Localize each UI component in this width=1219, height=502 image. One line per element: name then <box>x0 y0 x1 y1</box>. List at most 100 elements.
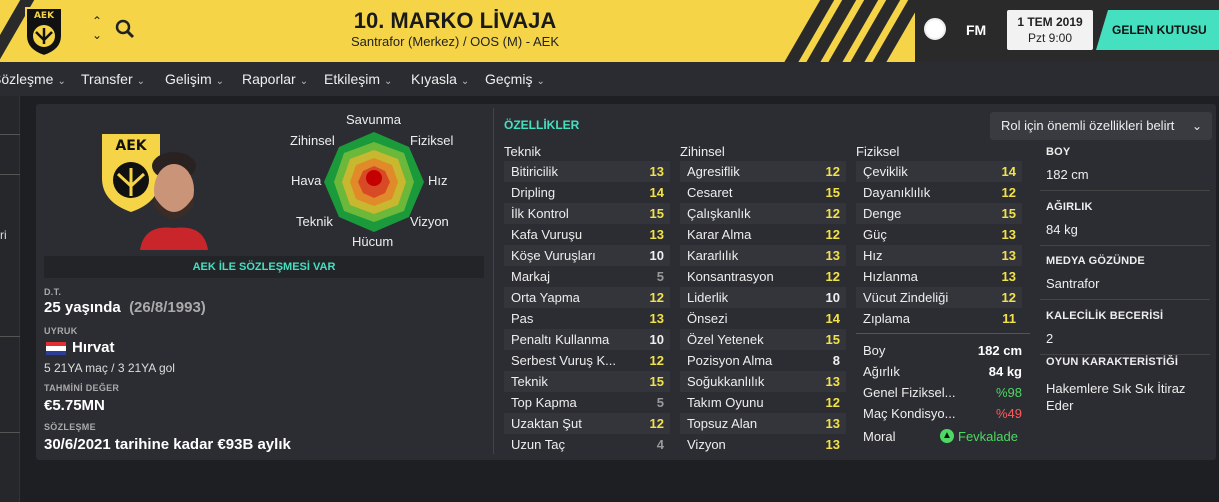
attribute-row[interactable]: Cesaret 15 <box>680 182 846 203</box>
attribute-name: Kararlılık <box>687 248 739 263</box>
attribute-row[interactable]: Agresiflik 12 <box>680 161 846 182</box>
summary-match-condition: Maç Kondisyo... %49 <box>856 403 1030 424</box>
nationality-label: UYRUK <box>44 326 78 336</box>
menu-development[interactable]: Gelişim ⌄ <box>165 71 224 87</box>
attribute-row[interactable]: Soğukkanlılık 13 <box>680 371 846 392</box>
football-icon[interactable] <box>924 18 946 40</box>
prev-next-arrows[interactable]: ⌃ ⌄ <box>90 14 104 42</box>
nationality-value[interactable]: Hırvat <box>72 339 115 356</box>
attribute-row[interactable]: Denge 15 <box>856 203 1022 224</box>
attribute-name: Cesaret <box>687 185 733 200</box>
menu-history[interactable]: Geçmiş ⌄ <box>485 71 545 87</box>
chevron-down-icon: ⌄ <box>536 76 545 87</box>
attribute-row[interactable]: Kafa Vuruşu 13 <box>504 224 670 245</box>
attribute-row[interactable]: Özel Yetenek 15 <box>680 329 846 350</box>
technical-header: Teknik <box>504 144 541 159</box>
attribute-value: 11 <box>1002 311 1016 326</box>
radar-label-physical: Fiziksel <box>410 133 454 148</box>
attribute-value: 12 <box>1001 185 1016 200</box>
attribute-name: Denge <box>863 206 902 221</box>
attribute-value: 13 <box>825 437 840 452</box>
attribute-row[interactable]: Serbest Vuruş K... 12 <box>504 350 670 371</box>
summary-value: %98 <box>995 385 1022 400</box>
attribute-value: 12 <box>825 206 840 221</box>
time-text: Pzt 9:00 <box>1027 31 1073 45</box>
search-icon[interactable] <box>114 18 136 40</box>
attribute-row[interactable]: Pas 13 <box>504 308 670 329</box>
value-label: TAHMİNİ DEĞER <box>44 383 120 393</box>
attribute-name: Markaj <box>511 269 551 284</box>
attribute-name: Hızlanma <box>863 269 918 284</box>
info-value: 182 cm <box>1046 167 1089 182</box>
attribute-row[interactable]: Çeviklik 14 <box>856 161 1022 182</box>
player-position: Santrafor (Merkez) / OOS (M) - AEK <box>350 34 560 49</box>
attribute-row[interactable]: Uzun Taç 4 <box>504 434 670 455</box>
attribute-row[interactable]: Bitiricilik 13 <box>504 161 670 182</box>
international-caps: 5 21YA maç / 3 21YA gol <box>44 361 175 375</box>
attribute-row[interactable]: Topsuz Alan 13 <box>680 413 846 434</box>
attribute-row[interactable]: Hız 13 <box>856 245 1022 266</box>
role-highlight-dropdown[interactable]: Rol için önemli özellikleri belirt ⌄ <box>990 112 1212 140</box>
attribute-row[interactable]: Orta Yapma 12 <box>504 287 670 308</box>
summary-height: Boy 182 cm <box>856 340 1030 361</box>
menu-bar: Sözleşme⌄ Transfer⌄ Gelişim⌄ Raporlar⌄ E… <box>0 62 1219 96</box>
attribute-row[interactable]: Vizyon 13 <box>680 434 846 455</box>
radar-label-speed: Hız <box>428 173 448 188</box>
fm-menu-button[interactable]: FM <box>966 22 986 38</box>
menu-interaction[interactable]: Etkileşim ⌄ <box>324 71 392 87</box>
attribute-row[interactable]: Hızlanma 13 <box>856 266 1022 287</box>
morale-icon: ▲ <box>940 429 954 443</box>
info-value: Santrafor <box>1046 276 1100 291</box>
attribute-name: Kafa Vuruşu <box>511 227 583 242</box>
attribute-value: 12 <box>825 269 840 284</box>
attribute-row[interactable]: Markaj 5 <box>504 266 670 287</box>
attribute-name: Serbest Vuruş K... <box>511 353 617 368</box>
menu-reports[interactable]: Raporlar ⌄ <box>242 71 308 87</box>
attribute-row[interactable]: Uzaktan Şut 12 <box>504 413 670 434</box>
attribute-row[interactable]: Zıplama 11 <box>856 308 1022 329</box>
attribute-row[interactable]: Vücut Zindeliği 12 <box>856 287 1022 308</box>
dob-value: 25 yaşında (26/8/1993) <box>44 299 206 316</box>
menu-label: Kıyasla <box>411 71 457 87</box>
attribute-row[interactable]: Köşe Vuruşları 10 <box>504 245 670 266</box>
left-sidebar[interactable]: ri <box>0 96 20 502</box>
menu-contract[interactable]: Sözleşme⌄ <box>0 71 66 87</box>
attribute-row[interactable]: Kararlılık 13 <box>680 245 846 266</box>
attribute-row[interactable]: Penaltı Kullanma 10 <box>504 329 670 350</box>
attribute-row[interactable]: Karar Alma 12 <box>680 224 846 245</box>
attribute-value: 10 <box>649 248 664 263</box>
attribute-name: Konsantrasyon <box>687 269 774 284</box>
inbox-button[interactable]: GELEN KUTUSU <box>1096 10 1219 50</box>
attribute-row[interactable]: Önsezi 14 <box>680 308 846 329</box>
attribute-name: İlk Kontrol <box>511 206 569 221</box>
summary-label: Genel Fiziksel... <box>863 385 956 400</box>
date-text: 1 TEM 2019 <box>1017 15 1083 29</box>
attribute-row[interactable]: Teknik 15 <box>504 371 670 392</box>
attribute-row[interactable]: İlk Kontrol 15 <box>504 203 670 224</box>
menu-transfer[interactable]: Transfer ⌄ <box>81 71 145 87</box>
sidebar-fragment: ri <box>0 228 7 242</box>
attribute-row[interactable]: Dayanıklılık 12 <box>856 182 1022 203</box>
attribute-row[interactable]: Top Kapma 5 <box>504 392 670 413</box>
info-label: KALECİLİK BECERİSİ <box>1046 310 1164 322</box>
attribute-name: Teknik <box>511 374 548 389</box>
club-crest-icon[interactable]: ΑΕΚ <box>22 4 66 58</box>
attribute-row[interactable]: Güç 13 <box>856 224 1022 245</box>
attribute-value: 10 <box>825 290 840 305</box>
attribute-name: Pozisyon Alma <box>687 353 773 368</box>
attribute-row[interactable]: Çalışkanlık 12 <box>680 203 846 224</box>
attribute-row[interactable]: Dripling 14 <box>504 182 670 203</box>
menu-compare[interactable]: Kıyasla ⌄ <box>411 71 469 87</box>
attribute-value: 12 <box>825 395 840 410</box>
attribute-row[interactable]: Liderlik 10 <box>680 287 846 308</box>
date-display[interactable]: 1 TEM 2019 Pzt 9:00 <box>1007 10 1093 50</box>
attribute-row[interactable]: Takım Oyunu 12 <box>680 392 846 413</box>
radar-label-mental: Zihinsel <box>290 133 335 148</box>
attribute-name: Vücut Zindeliği <box>863 290 949 305</box>
attribute-row[interactable]: Pozisyon Alma 8 <box>680 350 846 371</box>
attribute-name: Çeviklik <box>863 164 908 179</box>
chevron-down-icon: ⌄ <box>136 76 145 87</box>
summary-fitness: Genel Fiziksel... %98 <box>856 382 1030 403</box>
attribute-row[interactable]: Konsantrasyon 12 <box>680 266 846 287</box>
attribute-name: Hız <box>863 248 883 263</box>
